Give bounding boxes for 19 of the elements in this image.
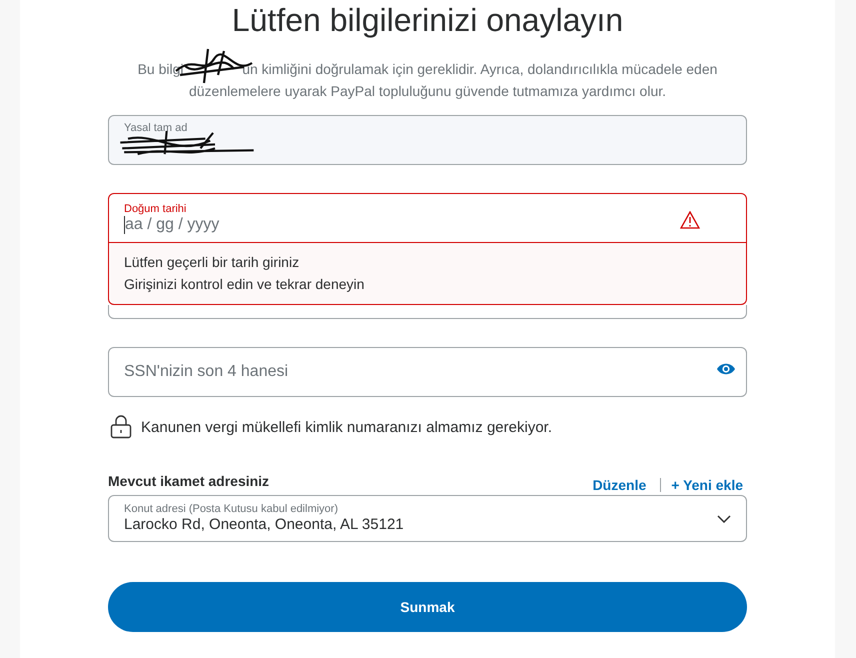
notice-text: Kanunen vergi mükellefi kimlik numaranızı almamız gerekiyor. bbox=[141, 418, 552, 436]
chevron-down-icon bbox=[717, 514, 731, 522]
submit-button[interactable]: Sunmak bbox=[108, 582, 747, 632]
input-field[interactable]: SSN'nizin son 4 hanesi bbox=[108, 347, 747, 397]
address-dropdown[interactable]: Konut adresi (Posta Kutusu kabul edilmiyor) Larocko Rd, Oneonta, Oneonta, AL 35121 bbox=[108, 495, 747, 542]
date-input[interactable]: aa / gg / yyyy bbox=[124, 216, 625, 234]
page-title: Lütfen bilgilerinizi onaylayın bbox=[232, 1, 624, 40]
error-message: Girişinizi kontrol edin ve tekrar deneyin bbox=[124, 276, 366, 292]
input-field[interactable]: Yasal tam ad bbox=[108, 115, 747, 165]
input-field[interactable]: Doğum tarihi aa / gg / yyyy bbox=[108, 193, 747, 243]
link[interactable]: + Yeni ekle bbox=[671, 477, 743, 493]
eye-icon[interactable] bbox=[716, 362, 736, 376]
link[interactable]: Düzenle bbox=[592, 477, 646, 493]
warning-icon bbox=[680, 211, 700, 229]
text-input[interactable]: SSN'nizin son 4 hanesi bbox=[124, 363, 624, 381]
lock-icon bbox=[110, 415, 132, 439]
error-message: Lütfen geçerli bir tarih giriniz bbox=[124, 254, 300, 270]
intro-text: düzenlemelere uyarak PayPal topluluğunu güvende tutmamıza yardımcı olur. bbox=[188, 82, 666, 101]
section-heading: Mevcut ikamet adresiniz bbox=[108, 473, 270, 489]
